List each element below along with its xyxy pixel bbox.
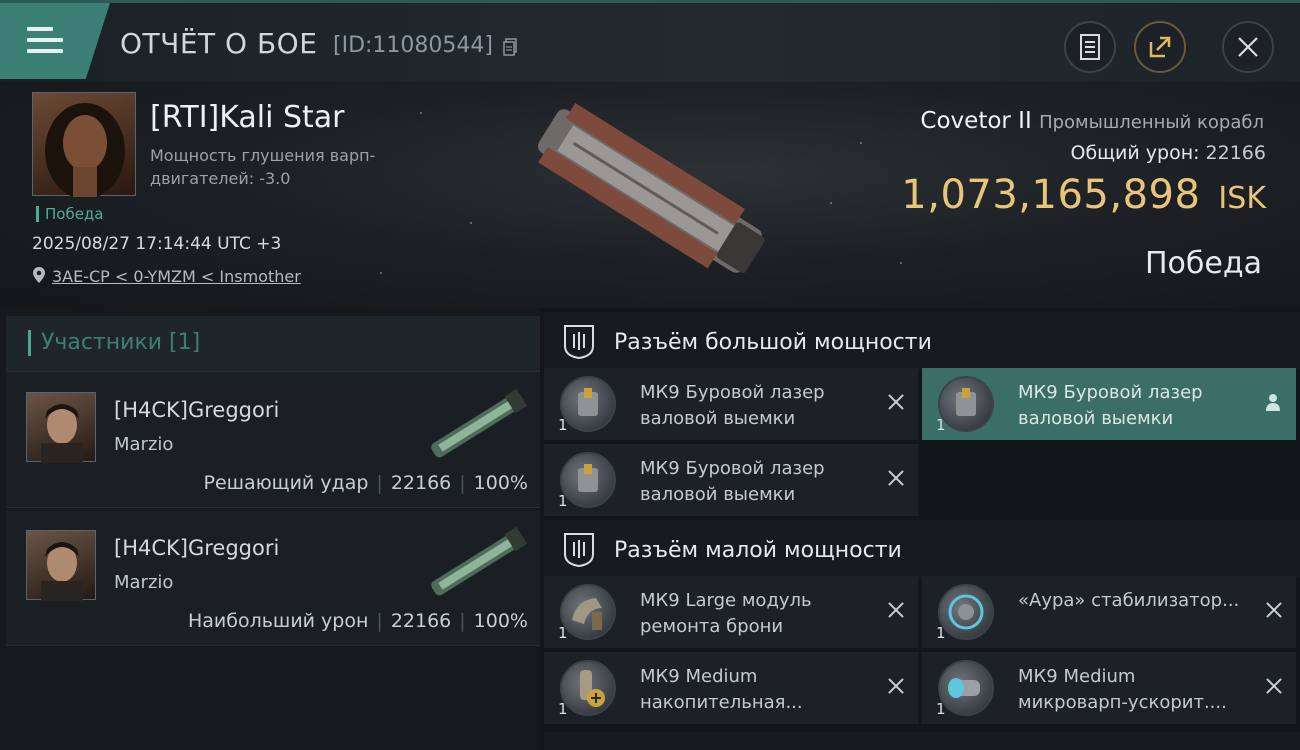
module-qty: 1: [936, 700, 946, 718]
stabilizer-icon: [938, 584, 994, 640]
module-name: МК9 Буровой лазер валовой выемки: [640, 382, 825, 429]
menu-button[interactable]: [0, 3, 110, 79]
victim-stat: Мощность глушения варп-двигателей: -3.0: [150, 146, 376, 188]
high-slot-header: Разъём большой мощности: [544, 312, 1300, 370]
high-slot-label: Разъём большой мощности: [614, 330, 932, 355]
victim-ship-image: [538, 103, 765, 274]
attacker-percent: 100%: [473, 610, 528, 632]
battle-outcome: Победа: [1145, 246, 1262, 281]
isk-value: 1,073,165,898 ISK: [901, 172, 1266, 218]
module-name: МК9 Буровой лазер валовой выемки: [1018, 382, 1203, 429]
victim-panel: [RTI]Kali Star Мощность глушения варп-дв…: [0, 82, 1300, 308]
tab-participants-label: Участники [1]: [28, 330, 200, 356]
next-slot-header-partial: [544, 732, 1300, 750]
attacker-row[interactable]: [H4CK]Greggori Marzio Решающий удар | 2216…: [6, 372, 540, 508]
attacker-corp: Marzio: [114, 572, 174, 593]
tab-participants[interactable]: Участники [1]: [6, 316, 540, 372]
module-low-4[interactable]: 1 МК9 Medium микроварп-ускорит....: [922, 652, 1296, 724]
dropped-x-icon: [886, 676, 906, 696]
module-name: МК9 Medium накопительная...: [640, 666, 803, 713]
module-name: МК9 Medium микроварп-ускорит....: [1018, 666, 1227, 713]
mining-laser-icon: [560, 376, 616, 432]
fitting-panel: Разъём большой мощности 1 МК9 Буровой ла…: [540, 308, 1300, 750]
microwarpdrive-icon: [938, 660, 994, 716]
total-damage-label: Общий урон:: [1070, 142, 1200, 164]
module-qty: 1: [558, 416, 568, 434]
top-bar: ОТЧЁТ О БОЕ [ID:11080544]: [0, 0, 1300, 82]
person-icon: [1266, 394, 1280, 411]
attacker-role: Решающий удар: [203, 472, 369, 494]
kill-location[interactable]: 3AE-CP < 0-YMZM < Insmother: [32, 266, 301, 286]
dropped-x-icon: [886, 600, 906, 620]
module-low-3[interactable]: 1 МК9 Medium накопительная...: [544, 652, 918, 724]
module-high-1[interactable]: 1 МК9 Буровой лазер валовой выемки: [544, 368, 918, 440]
module-low-1[interactable]: 1 МК9 Large модуль ремонта брони: [544, 576, 918, 648]
attacker-stats: Наибольший урон | 22166 | 100%: [187, 610, 528, 632]
low-slot-icon: [564, 533, 594, 568]
attacker-stats: Решающий удар | 22166 | 100%: [203, 472, 528, 494]
attacker-name[interactable]: [H4CK]Greggori: [114, 398, 279, 422]
mining-laser-icon: [938, 376, 994, 432]
document-button[interactable]: [1064, 21, 1116, 73]
dropped-x-icon: [886, 392, 906, 412]
module-qty: 1: [558, 700, 568, 718]
close-button[interactable]: [1222, 21, 1274, 73]
copy-icon[interactable]: [503, 38, 517, 56]
module-low-2[interactable]: 1 «Аура» стабилизатор...: [922, 576, 1296, 648]
close-icon: [1238, 37, 1258, 57]
module-qty: 1: [936, 624, 946, 642]
dropped-x-icon: [886, 468, 906, 488]
dropped-x-icon: [1264, 676, 1284, 696]
attacker-avatar[interactable]: [26, 530, 96, 601]
module-high-3[interactable]: 1 МК9 Буровой лазер валовой выемки: [544, 444, 918, 516]
attacker-damage: 22166: [390, 472, 452, 494]
low-slot-label: Разъём малой мощности: [614, 538, 902, 563]
attacker-avatar[interactable]: [26, 392, 96, 463]
module-qty: 1: [558, 492, 568, 510]
module-name: МК9 Large модуль ремонта брони: [640, 590, 812, 637]
mining-laser-icon: [560, 452, 616, 508]
total-damage: Общий урон: 22166: [1070, 142, 1266, 164]
location-link[interactable]: 3AE-CP < 0-YMZM < Insmother: [52, 267, 301, 286]
attacker-name[interactable]: [H4CK]Greggori: [114, 536, 279, 560]
participants-panel: Участники [1] [H4CK]Greggori Marzio Реша…: [0, 308, 540, 750]
low-slot-header: Разъём малой мощности: [544, 520, 1300, 578]
module-high-2[interactable]: 1 МК9 Буровой лазер валовой выемки: [922, 368, 1296, 440]
share-button[interactable]: [1134, 21, 1186, 73]
attacker-damage: 22166: [390, 610, 452, 632]
attacker-ship-icon: [431, 526, 528, 596]
share-icon: [1149, 36, 1171, 58]
module-name: МК9 Буровой лазер валовой выемки: [640, 458, 825, 505]
module-qty: 1: [936, 416, 946, 434]
ship-class: Промышленный корабл: [1039, 112, 1264, 133]
page-title: ОТЧЁТ О БОЕ: [120, 27, 318, 60]
attacker-ship-icon: [431, 388, 528, 458]
isk-unit: ISK: [1218, 181, 1266, 216]
document-icon: [1080, 34, 1100, 60]
attacker-corp: Marzio: [114, 434, 174, 455]
victim-ship-name[interactable]: Covetor II Промышленный корабл: [920, 108, 1264, 134]
victim-avatar[interactable]: [32, 92, 136, 199]
total-damage-value: 22166: [1205, 142, 1266, 164]
dropped-x-icon: [1264, 600, 1284, 620]
result-tag: Победа: [36, 206, 104, 222]
location-pin-icon: [33, 267, 45, 283]
attacker-role: Наибольший урон: [187, 610, 369, 632]
high-slot-icon: [564, 325, 594, 360]
module-name: «Аура» стабилизатор...: [1018, 590, 1240, 611]
report-id: [ID:11080544]: [333, 33, 493, 58]
module-qty: 1: [558, 624, 568, 642]
armor-repairer-icon: [560, 584, 616, 640]
victim-pilot-name[interactable]: [RTI]Kali Star: [150, 100, 345, 135]
isk-amount: 1,073,165,898: [901, 172, 1201, 218]
attacker-percent: 100%: [473, 472, 528, 494]
attacker-row[interactable]: [H4CK]Greggori Marzio Наибольший урон | 22…: [6, 510, 540, 646]
kill-datetime: 2025/08/27 17:14:44 UTC +3: [32, 234, 282, 254]
capacitor-battery-icon: [560, 660, 616, 716]
menu-icon: [27, 27, 63, 60]
